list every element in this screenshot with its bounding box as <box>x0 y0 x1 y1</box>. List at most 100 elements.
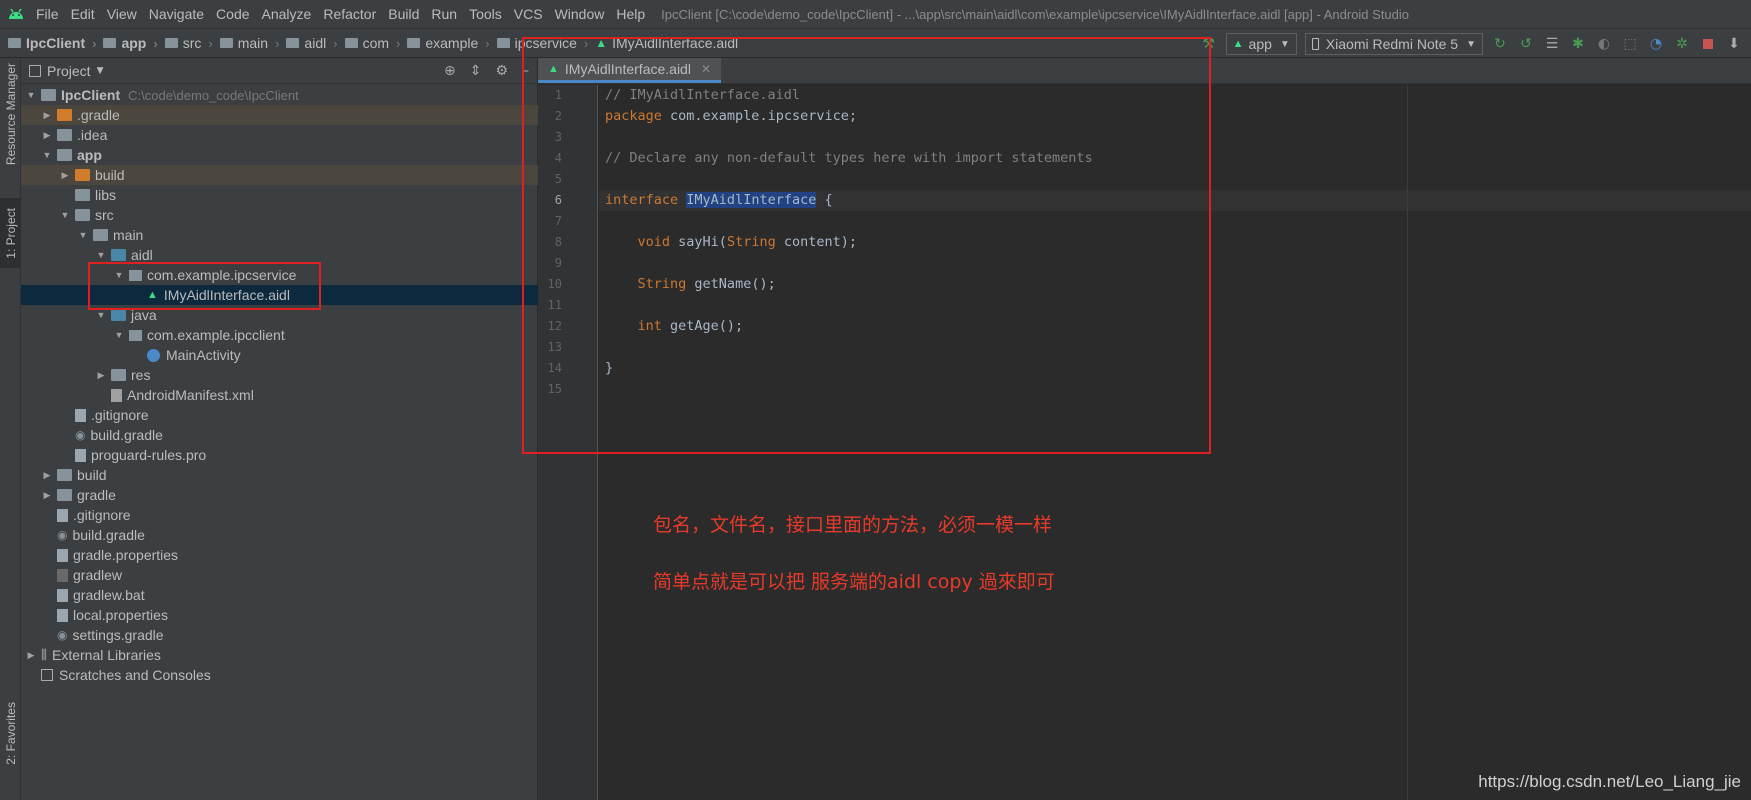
tree-item-label: .gradle <box>77 107 120 123</box>
breadcrumb-project[interactable]: IpcClient › <box>8 35 103 51</box>
tree-item-manifest[interactable]: ▶AndroidManifest.xml <box>21 385 538 405</box>
project-panel: Project ▼ ⊕ ⇕ ⚙ – ▼ IpcClient C:\code\demo… <box>21 58 538 800</box>
tree-item-label: settings.gradle <box>72 627 164 643</box>
breadcrumb-com[interactable]: com › <box>344 35 408 51</box>
profiler-gauge-icon[interactable]: ◔ <box>1645 33 1667 55</box>
breadcrumb-aidl[interactable]: aidl › <box>286 35 344 51</box>
menu-window[interactable]: Window <box>555 6 605 22</box>
breadcrumb-app[interactable]: app › <box>103 35 164 51</box>
tree-item-external-libraries[interactable]: ▶ ⫼ External Libraries <box>21 645 538 665</box>
menu-edit[interactable]: Edit <box>71 6 95 22</box>
tree-item-main[interactable]: ▼ main <box>21 225 538 245</box>
gitignore-file-icon <box>75 408 86 422</box>
tree-item-ipcclient-package[interactable]: ▼ com.example.ipcclient <box>21 325 538 345</box>
menu-view[interactable]: View <box>107 6 137 22</box>
left-tool-strip: Resource Manager 1: Project 2: Favorites <box>0 58 21 800</box>
tree-item-gitignore[interactable]: ▶.gitignore <box>21 505 538 525</box>
tab-project[interactable]: 1: Project <box>0 198 21 268</box>
stop-icon[interactable] <box>1697 33 1719 55</box>
tree-item-app-gitignore[interactable]: ▶.gitignore <box>21 405 538 425</box>
chevron-right-icon: › <box>333 35 338 51</box>
tree-item-local-properties[interactable]: ▶local.properties <box>21 605 538 625</box>
breadcrumb-src[interactable]: src › <box>164 35 220 51</box>
tree-item-gradle[interactable]: ▶ gradle <box>21 485 538 505</box>
chevron-right-icon[interactable]: ▶ <box>59 170 71 181</box>
breadcrumb-example[interactable]: example › <box>407 35 496 51</box>
menu-tools[interactable]: Tools <box>469 6 502 22</box>
package-icon <box>129 329 142 341</box>
tree-item-idea[interactable]: ▶ .idea <box>21 125 538 145</box>
tree-item-build[interactable]: ▶ build <box>21 465 538 485</box>
chevron-right-icon[interactable]: ▶ <box>41 470 53 481</box>
chevron-down-icon[interactable]: ▼ <box>113 330 125 340</box>
library-icon: ⫼ <box>41 647 47 662</box>
tree-item-label: gradlew <box>73 567 123 583</box>
tree-item-settings-gradle[interactable]: ▶◉settings.gradle <box>21 625 538 645</box>
tree-item-label: src <box>95 207 114 223</box>
module-folder-icon <box>57 149 72 161</box>
tree-item-scratches[interactable]: ▶Scratches and Consoles <box>21 665 538 685</box>
tree-item-proguard[interactable]: ▶proguard-rules.pro <box>21 445 538 465</box>
menu-vcs[interactable]: VCS <box>514 6 543 22</box>
menu-navigate[interactable]: Navigate <box>149 6 204 22</box>
chevron-right-icon: › <box>153 35 158 51</box>
chevron-right-icon[interactable]: ▶ <box>41 490 53 501</box>
tree-item-gradlew[interactable]: ▶gradlew <box>21 565 538 585</box>
android-studio-logo-icon <box>6 4 26 24</box>
tree-item-res[interactable]: ▶ res <box>21 365 538 385</box>
apply-changes-icon[interactable]: ↻ <box>1489 33 1511 55</box>
project-view-select[interactable]: Project <box>47 63 91 79</box>
tree-item-gradle-properties[interactable]: ▶gradle.properties <box>21 545 538 565</box>
tree-item-build-gradle[interactable]: ▶◉build.gradle <box>21 525 538 545</box>
menu-refactor[interactable]: Refactor <box>323 6 376 22</box>
chevron-right-icon[interactable]: ▶ <box>95 370 107 381</box>
chevron-down-icon[interactable]: ▼ <box>77 230 89 240</box>
tree-item-mainactivity[interactable]: ▶MainActivity <box>21 345 538 365</box>
tree-item-root[interactable]: ▼ IpcClient C:\code\demo_code\IpcClient <box>21 85 538 105</box>
chevron-down-icon[interactable]: ▼ <box>95 310 107 320</box>
tab-favorites[interactable]: 2: Favorites <box>0 688 21 778</box>
menu-build[interactable]: Build <box>388 6 419 22</box>
menu-run[interactable]: Run <box>431 6 457 22</box>
attach-debugger-icon[interactable]: ⬚ <box>1619 33 1641 55</box>
chevron-right-icon[interactable]: ▶ <box>25 650 37 661</box>
coverage-icon[interactable]: ☰ <box>1541 33 1563 55</box>
profile-icon[interactable]: ◐ <box>1593 33 1615 55</box>
sdk-manager-icon[interactable]: ⬇ <box>1723 33 1745 55</box>
chevron-down-icon[interactable]: ▼ <box>59 210 71 220</box>
tab-resource-manager[interactable]: Resource Manager <box>0 62 21 166</box>
chevron-right-icon[interactable]: ▶ <box>41 110 53 121</box>
run-config-select[interactable]: ▲ app ▼ <box>1225 33 1297 55</box>
watermark: https://blog.csdn.net/Leo_Liang_jie <box>1478 772 1741 791</box>
gear-icon[interactable]: ⚙ <box>495 63 508 79</box>
menu-help[interactable]: Help <box>616 6 645 22</box>
folder-icon <box>219 38 233 48</box>
tree-item-app-build[interactable]: ▶ build <box>21 165 538 185</box>
tree-item-label: libs <box>95 187 117 203</box>
chevron-down-icon[interactable]: ▼ <box>95 250 107 260</box>
tree-item-gradlew-bat[interactable]: ▶gradlew.bat <box>21 585 538 605</box>
tree-item-app-build-gradle[interactable]: ▶◉build.gradle <box>21 425 538 445</box>
tree-item-app[interactable]: ▼ app <box>21 145 538 165</box>
tree-item-label: gradle.properties <box>73 547 179 563</box>
tree-item-libs[interactable]: ▶libs <box>21 185 538 205</box>
chevron-down-icon[interactable]: ▼ <box>25 90 37 100</box>
chevron-down-icon[interactable]: ▼ <box>97 66 104 76</box>
menu-file[interactable]: File <box>36 6 59 22</box>
menu-code[interactable]: Code <box>216 6 249 22</box>
breadcrumb-main[interactable]: main › <box>219 35 287 51</box>
chevron-down-icon[interactable]: ▼ <box>41 150 53 160</box>
debug-icon[interactable]: ✱ <box>1567 33 1589 55</box>
tree-item-label: build.gradle <box>90 427 163 443</box>
bug-attach-icon[interactable]: ✲ <box>1671 33 1693 55</box>
menu-analyze[interactable]: Analyze <box>262 6 312 22</box>
gradle-elephant-icon: ◉ <box>75 428 86 442</box>
collapse-all-icon[interactable]: ⇕ <box>470 63 482 79</box>
phone-icon <box>1311 38 1319 50</box>
tree-item-gradle-dir[interactable]: ▶ .gradle <box>21 105 538 125</box>
tree-item-src[interactable]: ▼ src <box>21 205 538 225</box>
locate-file-icon[interactable]: ⊕ <box>444 63 456 79</box>
device-select[interactable]: Xiaomi Redmi Note 5 ▼ <box>1304 33 1483 55</box>
apply-code-changes-icon[interactable]: ↺ <box>1515 33 1537 55</box>
chevron-right-icon[interactable]: ▶ <box>41 130 53 141</box>
